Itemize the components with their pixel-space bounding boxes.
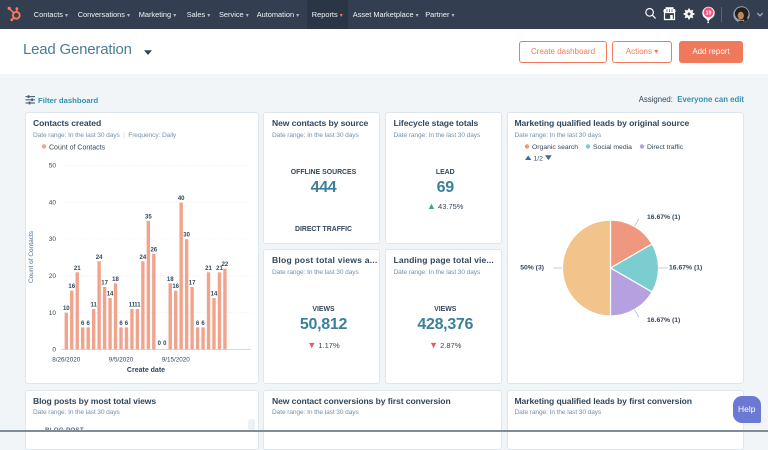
svg-text:17: 17 xyxy=(189,280,196,286)
svg-text:Count of Contacts: Count of Contacts xyxy=(28,230,35,283)
svg-text:19: 19 xyxy=(706,10,712,16)
svg-text:10: 10 xyxy=(49,310,57,317)
svg-text:35: 35 xyxy=(145,214,152,220)
svg-text:10: 10 xyxy=(63,306,70,312)
svg-text:16.67% (1): 16.67% (1) xyxy=(647,214,680,221)
svg-text:16: 16 xyxy=(172,284,179,290)
svg-text:Count of Contacts: Count of Contacts xyxy=(49,145,106,152)
svg-text:17: 17 xyxy=(101,280,108,286)
svg-text:16.67% (1): 16.67% (1) xyxy=(669,265,702,272)
svg-text:11: 11 xyxy=(90,303,97,309)
svg-text:24: 24 xyxy=(96,255,103,261)
svg-text:30: 30 xyxy=(49,236,57,243)
svg-text:20: 20 xyxy=(49,273,57,280)
svg-text:14: 14 xyxy=(211,291,218,297)
svg-text:40: 40 xyxy=(178,196,185,202)
svg-text:18: 18 xyxy=(112,277,119,283)
svg-text:Create date: Create date xyxy=(127,367,165,374)
svg-text:Social media: Social media xyxy=(593,144,632,151)
svg-text:Organic search: Organic search xyxy=(532,144,578,151)
svg-text:1/2: 1/2 xyxy=(533,156,543,163)
svg-text:6: 6 xyxy=(201,321,205,327)
svg-text:0: 0 xyxy=(163,341,167,347)
svg-text:50% (3): 50% (3) xyxy=(520,265,544,272)
svg-text:14: 14 xyxy=(107,291,114,297)
svg-text:9/5/2020: 9/5/2020 xyxy=(109,357,134,364)
svg-text:0: 0 xyxy=(52,347,56,354)
svg-text:8/26/2020: 8/26/2020 xyxy=(52,357,81,364)
svg-text:24: 24 xyxy=(140,255,147,261)
svg-text:16.67% (1): 16.67% (1) xyxy=(647,317,680,324)
svg-text:9/15/2020: 9/15/2020 xyxy=(162,357,191,364)
svg-text:6: 6 xyxy=(196,321,200,327)
svg-text:6: 6 xyxy=(125,321,129,327)
svg-text:11: 11 xyxy=(134,303,141,309)
svg-text:Direct traffic: Direct traffic xyxy=(647,144,684,151)
svg-text:6: 6 xyxy=(81,321,85,327)
svg-text:30: 30 xyxy=(183,233,190,239)
svg-text:26: 26 xyxy=(150,247,157,253)
svg-text:50: 50 xyxy=(49,163,57,170)
svg-text:40: 40 xyxy=(49,199,57,206)
svg-text:21: 21 xyxy=(205,266,212,272)
svg-text:16: 16 xyxy=(68,284,75,290)
svg-text:0: 0 xyxy=(158,341,162,347)
svg-text:18: 18 xyxy=(167,277,174,283)
svg-text:6: 6 xyxy=(87,321,91,327)
svg-text:21: 21 xyxy=(74,266,81,272)
svg-text:22: 22 xyxy=(222,262,229,268)
svg-text:6: 6 xyxy=(119,321,123,327)
